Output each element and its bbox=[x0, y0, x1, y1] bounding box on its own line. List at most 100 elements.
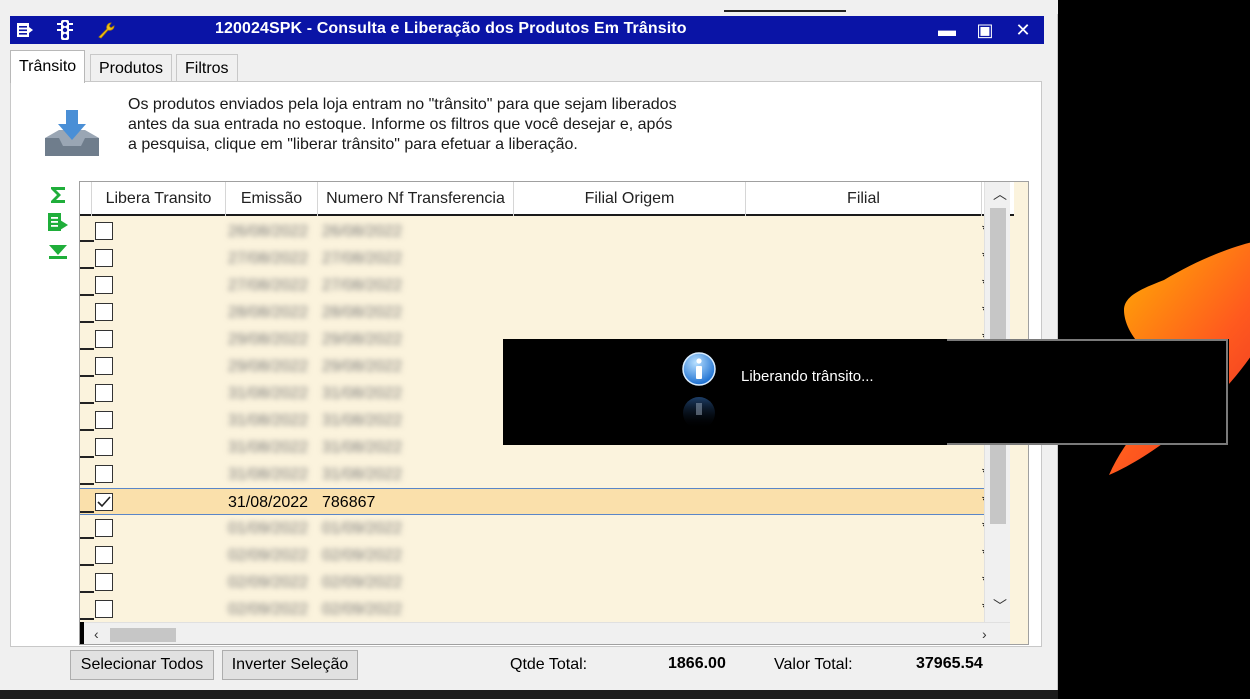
scroll-up-icon[interactable]: ︿ bbox=[993, 184, 1007, 204]
row-checkbox[interactable] bbox=[95, 600, 113, 618]
cell-emissao: 29/08/2022 bbox=[228, 330, 309, 348]
column-emissao[interactable]: Emissão bbox=[226, 182, 318, 216]
cell-emissao: 26/08/2022 bbox=[228, 222, 309, 240]
row-indicator bbox=[80, 402, 94, 404]
row-checkbox[interactable] bbox=[95, 357, 113, 375]
horizontal-scroll-thumb[interactable] bbox=[110, 628, 176, 642]
row-checkbox[interactable] bbox=[95, 411, 113, 429]
cell-numero-nf: 02/09/2022 bbox=[322, 573, 403, 591]
cell-numero-nf: 01/09/2022 bbox=[322, 519, 403, 537]
footer-bar: Selecionar Todos Inverter Seleção Qtde T… bbox=[10, 648, 1042, 686]
table-row[interactable]: 27/08/202227/08/2022* bbox=[80, 272, 984, 299]
close-button[interactable]: ✕ bbox=[1006, 18, 1040, 42]
desktop-line bbox=[724, 10, 846, 12]
column-filial-origem[interactable]: Filial Origem bbox=[514, 182, 746, 216]
row-checkbox[interactable] bbox=[95, 573, 113, 591]
minimize-button[interactable]: ▬ bbox=[930, 18, 964, 42]
cell-numero-nf: 29/08/2022 bbox=[322, 357, 403, 375]
table-row[interactable]: 31/08/202231/08/2022* bbox=[80, 461, 984, 488]
row-checkbox[interactable] bbox=[95, 493, 113, 511]
cell-emissao: 31/08/2022 bbox=[228, 465, 309, 483]
row-indicator bbox=[80, 456, 94, 458]
table-row[interactable]: 28/08/202228/08/2022* bbox=[80, 299, 984, 326]
row-checkbox[interactable] bbox=[95, 303, 113, 321]
grid-indicator-column bbox=[80, 182, 92, 216]
cell-emissao: 29/08/2022 bbox=[228, 357, 309, 375]
wrench-icon[interactable] bbox=[96, 20, 118, 40]
table-row[interactable]: 27/08/202227/08/2022* bbox=[80, 245, 984, 272]
row-indicator bbox=[80, 591, 94, 593]
row-checkbox[interactable] bbox=[95, 438, 113, 456]
info-icon bbox=[679, 351, 719, 433]
cell-emissao: 27/08/2022 bbox=[228, 249, 309, 267]
scroll-right-icon[interactable]: › bbox=[982, 626, 987, 642]
cell-numero-nf: 31/08/2022 bbox=[322, 438, 403, 456]
export-icon[interactable] bbox=[45, 210, 71, 236]
row-indicator bbox=[80, 483, 94, 485]
tab-transito[interactable]: Trânsito bbox=[10, 50, 86, 83]
tab-produtos[interactable]: Produtos bbox=[90, 54, 173, 82]
cell-emissao: 01/09/2022 bbox=[228, 519, 309, 537]
table-row[interactable]: 02/09/202202/09/2022* bbox=[80, 596, 984, 622]
cell-emissao: 31/08/2022 bbox=[228, 493, 309, 511]
intro-line-1: Os produtos enviados pela loja entram no… bbox=[128, 96, 677, 113]
table-row[interactable]: 02/09/202202/09/2022* bbox=[80, 542, 984, 569]
row-checkbox[interactable] bbox=[95, 384, 113, 402]
grid-header: Libera Transito Emissão Numero Nf Transf… bbox=[80, 182, 1014, 216]
cell-numero-nf: 27/08/2022 bbox=[322, 249, 403, 267]
intro-description: Os produtos enviados pela loja entram no… bbox=[128, 95, 728, 155]
table-row[interactable]: 02/09/202202/09/2022* bbox=[80, 569, 984, 596]
intro-line-2: antes da sua entrada no estoque. Informe… bbox=[128, 116, 673, 133]
horizontal-scrollbar[interactable]: ‹ › bbox=[80, 622, 1010, 644]
row-checkbox[interactable] bbox=[95, 546, 113, 564]
toast-message: Liberando trânsito... bbox=[741, 368, 874, 385]
table-row[interactable]: 01/09/202201/09/2022* bbox=[80, 515, 984, 542]
maximize-button[interactable]: ▣ bbox=[968, 18, 1002, 42]
column-libera-transito[interactable]: Libera Transito bbox=[92, 182, 226, 216]
cell-numero-nf: 31/08/2022 bbox=[322, 465, 403, 483]
row-indicator bbox=[80, 321, 94, 323]
row-checkbox[interactable] bbox=[95, 519, 113, 537]
row-indicator bbox=[80, 429, 94, 431]
title-bar[interactable]: 120024SPK - Consulta e Liberação dos Pro… bbox=[10, 16, 1044, 44]
row-checkbox[interactable] bbox=[95, 222, 113, 240]
row-checkbox[interactable] bbox=[95, 276, 113, 294]
cell-emissao: 31/08/2022 bbox=[228, 438, 309, 456]
row-checkbox[interactable] bbox=[95, 249, 113, 267]
row-indicator bbox=[80, 375, 94, 377]
traffic-light-icon[interactable] bbox=[54, 20, 76, 40]
cell-numero-nf: 31/08/2022 bbox=[322, 384, 403, 402]
column-numero-nf[interactable]: Numero Nf Transferencia bbox=[318, 182, 514, 216]
column-filial[interactable]: Filial bbox=[746, 182, 982, 216]
row-checkbox[interactable] bbox=[95, 465, 113, 483]
row-indicator bbox=[80, 511, 94, 513]
row-indicator bbox=[80, 348, 94, 350]
select-all-button[interactable]: Selecionar Todos bbox=[70, 650, 214, 680]
scroll-left-icon[interactable]: ‹ bbox=[94, 626, 99, 642]
window-menu-icon[interactable] bbox=[14, 20, 36, 40]
table-row[interactable]: 26/08/202226/08/2022* bbox=[80, 218, 984, 245]
row-indicator bbox=[80, 240, 94, 242]
cell-numero-nf: 27/08/2022 bbox=[322, 276, 403, 294]
invert-selection-button[interactable]: Inverter Seleção bbox=[222, 650, 358, 680]
tab-strip: Trânsito Produtos Filtros bbox=[10, 50, 1050, 83]
check-icon bbox=[97, 496, 111, 508]
row-checkbox[interactable] bbox=[95, 330, 113, 348]
sum-icon[interactable] bbox=[45, 182, 71, 208]
desktop-bottom-strip bbox=[0, 690, 1058, 699]
cell-numero-nf: 29/08/2022 bbox=[322, 330, 403, 348]
tab-transito-label: Trânsito bbox=[19, 58, 77, 75]
qtde-total-value: 1866.00 bbox=[668, 655, 726, 672]
row-indicator bbox=[80, 294, 94, 296]
tab-produtos-label: Produtos bbox=[99, 59, 164, 77]
collapse-icon[interactable] bbox=[45, 238, 71, 264]
cell-emissao: 02/09/2022 bbox=[228, 573, 309, 591]
cell-numero-nf: 786867 bbox=[322, 493, 376, 511]
cell-numero-nf: 28/08/2022 bbox=[322, 303, 403, 321]
notification-toast[interactable]: Liberando trânsito... bbox=[503, 339, 1229, 445]
scroll-down-icon[interactable]: ﹀ bbox=[993, 596, 1007, 616]
window-title: 120024SPK - Consulta e Liberação dos Pro… bbox=[215, 20, 687, 37]
tab-filtros[interactable]: Filtros bbox=[176, 54, 238, 82]
row-indicator bbox=[80, 537, 94, 539]
table-row[interactable]: 31/08/2022786867* bbox=[80, 488, 984, 515]
